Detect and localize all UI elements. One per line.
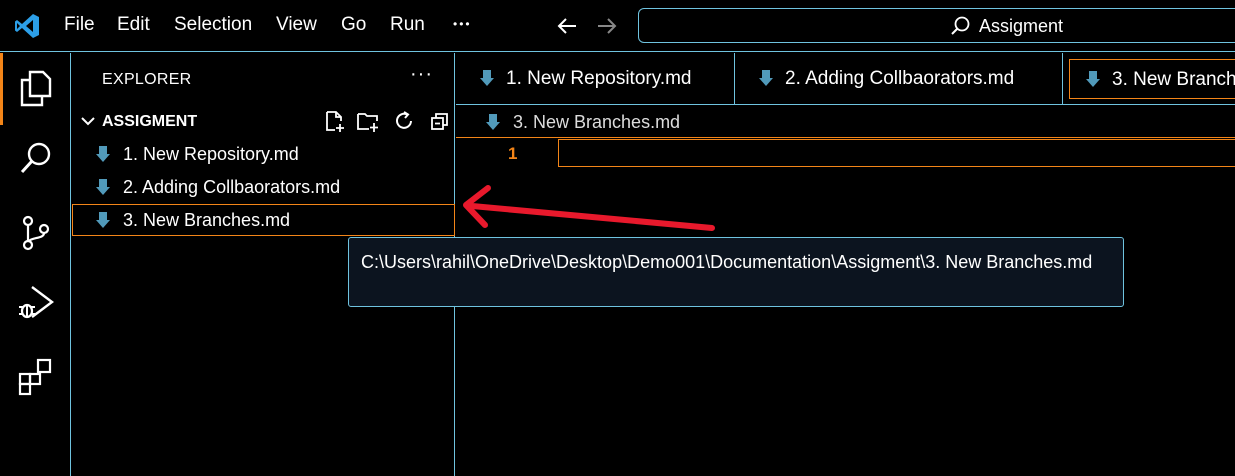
markdown-file-icon	[486, 114, 500, 130]
search-text: Assigment	[979, 16, 1064, 36]
editor-tab-bar: 1. New Repository.md 2. Adding Collbaora…	[456, 53, 1235, 105]
workspace-folder-name: ASSIGMENT	[102, 113, 198, 130]
source-control-icon[interactable]	[16, 213, 56, 253]
back-arrow-icon[interactable]	[556, 16, 578, 36]
file-path-tooltip: C:\Users\rahil\OneDrive\Desktop\Demo001\…	[348, 237, 1124, 307]
active-view-indicator	[0, 53, 3, 125]
file-item-adding-collaborators[interactable]: 2. Adding Collbaorators.md	[72, 171, 455, 203]
file-name: 1. New Repository.md	[123, 144, 299, 164]
menu-view[interactable]: View	[276, 14, 317, 36]
tab-adding-collaborators[interactable]: 2. Adding Collbaorators.md	[735, 53, 1063, 105]
forward-arrow-icon[interactable]	[596, 16, 618, 36]
markdown-file-icon	[480, 70, 494, 86]
file-item-new-repository[interactable]: 1. New Repository.md	[72, 138, 455, 170]
file-item-new-branches[interactable]: 3. New Branches.md	[72, 204, 455, 236]
menu-more[interactable]: •••	[453, 17, 472, 31]
current-line-highlight[interactable]	[558, 139, 1235, 167]
editor-area[interactable]: 1	[456, 139, 1235, 476]
collapse-all-icon[interactable]	[428, 109, 452, 133]
chevron-down-icon	[81, 117, 95, 126]
title-bar: File Edit Selection View Go Run ••• Assi…	[0, 0, 1235, 52]
workspace-folder-header[interactable]: ASSIGMENT	[80, 111, 450, 135]
breadcrumb-file[interactable]: 3. New Branches.md	[513, 112, 680, 133]
menu-selection[interactable]: Selection	[174, 14, 252, 36]
tab-label: 2. Adding Collbaorators.md	[785, 68, 1015, 89]
new-file-icon[interactable]	[322, 109, 346, 133]
tab-label: 1. New Repository.md	[506, 68, 692, 89]
file-name: 2. Adding Collbaorators.md	[123, 177, 341, 197]
tab-new-branches[interactable]: 3. New Branches.md	[1069, 59, 1235, 99]
file-name: 3. New Branches.md	[123, 210, 291, 230]
search-view-icon[interactable]	[16, 139, 56, 179]
tab-label: 3. New Branches.md	[1112, 69, 1235, 90]
menu-run[interactable]: Run	[390, 14, 425, 36]
markdown-file-icon	[96, 146, 110, 162]
markdown-file-icon	[759, 70, 773, 86]
search-icon	[951, 16, 970, 35]
explorer-icon[interactable]	[16, 68, 56, 108]
menu-file[interactable]: File	[64, 14, 95, 36]
markdown-file-icon	[96, 212, 110, 228]
line-number: 1	[508, 144, 518, 163]
markdown-file-icon	[96, 179, 110, 195]
breadcrumb: 3. New Branches.md	[456, 106, 1235, 138]
menu-edit[interactable]: Edit	[117, 14, 150, 36]
new-folder-icon[interactable]	[356, 109, 380, 133]
tab-new-repository[interactable]: 1. New Repository.md	[456, 53, 735, 105]
sidebar-more-actions[interactable]: ···	[410, 63, 433, 86]
activity-bar	[0, 53, 71, 476]
sidebar-title: EXPLORER	[102, 71, 192, 88]
markdown-file-icon	[1086, 71, 1100, 87]
command-center-search[interactable]: Assigment	[638, 8, 1235, 43]
vscode-logo-icon[interactable]	[14, 13, 40, 39]
run-and-debug-icon[interactable]	[16, 283, 56, 323]
menu-go[interactable]: Go	[341, 14, 366, 36]
extensions-icon[interactable]	[16, 356, 56, 396]
refresh-icon[interactable]	[392, 109, 416, 133]
